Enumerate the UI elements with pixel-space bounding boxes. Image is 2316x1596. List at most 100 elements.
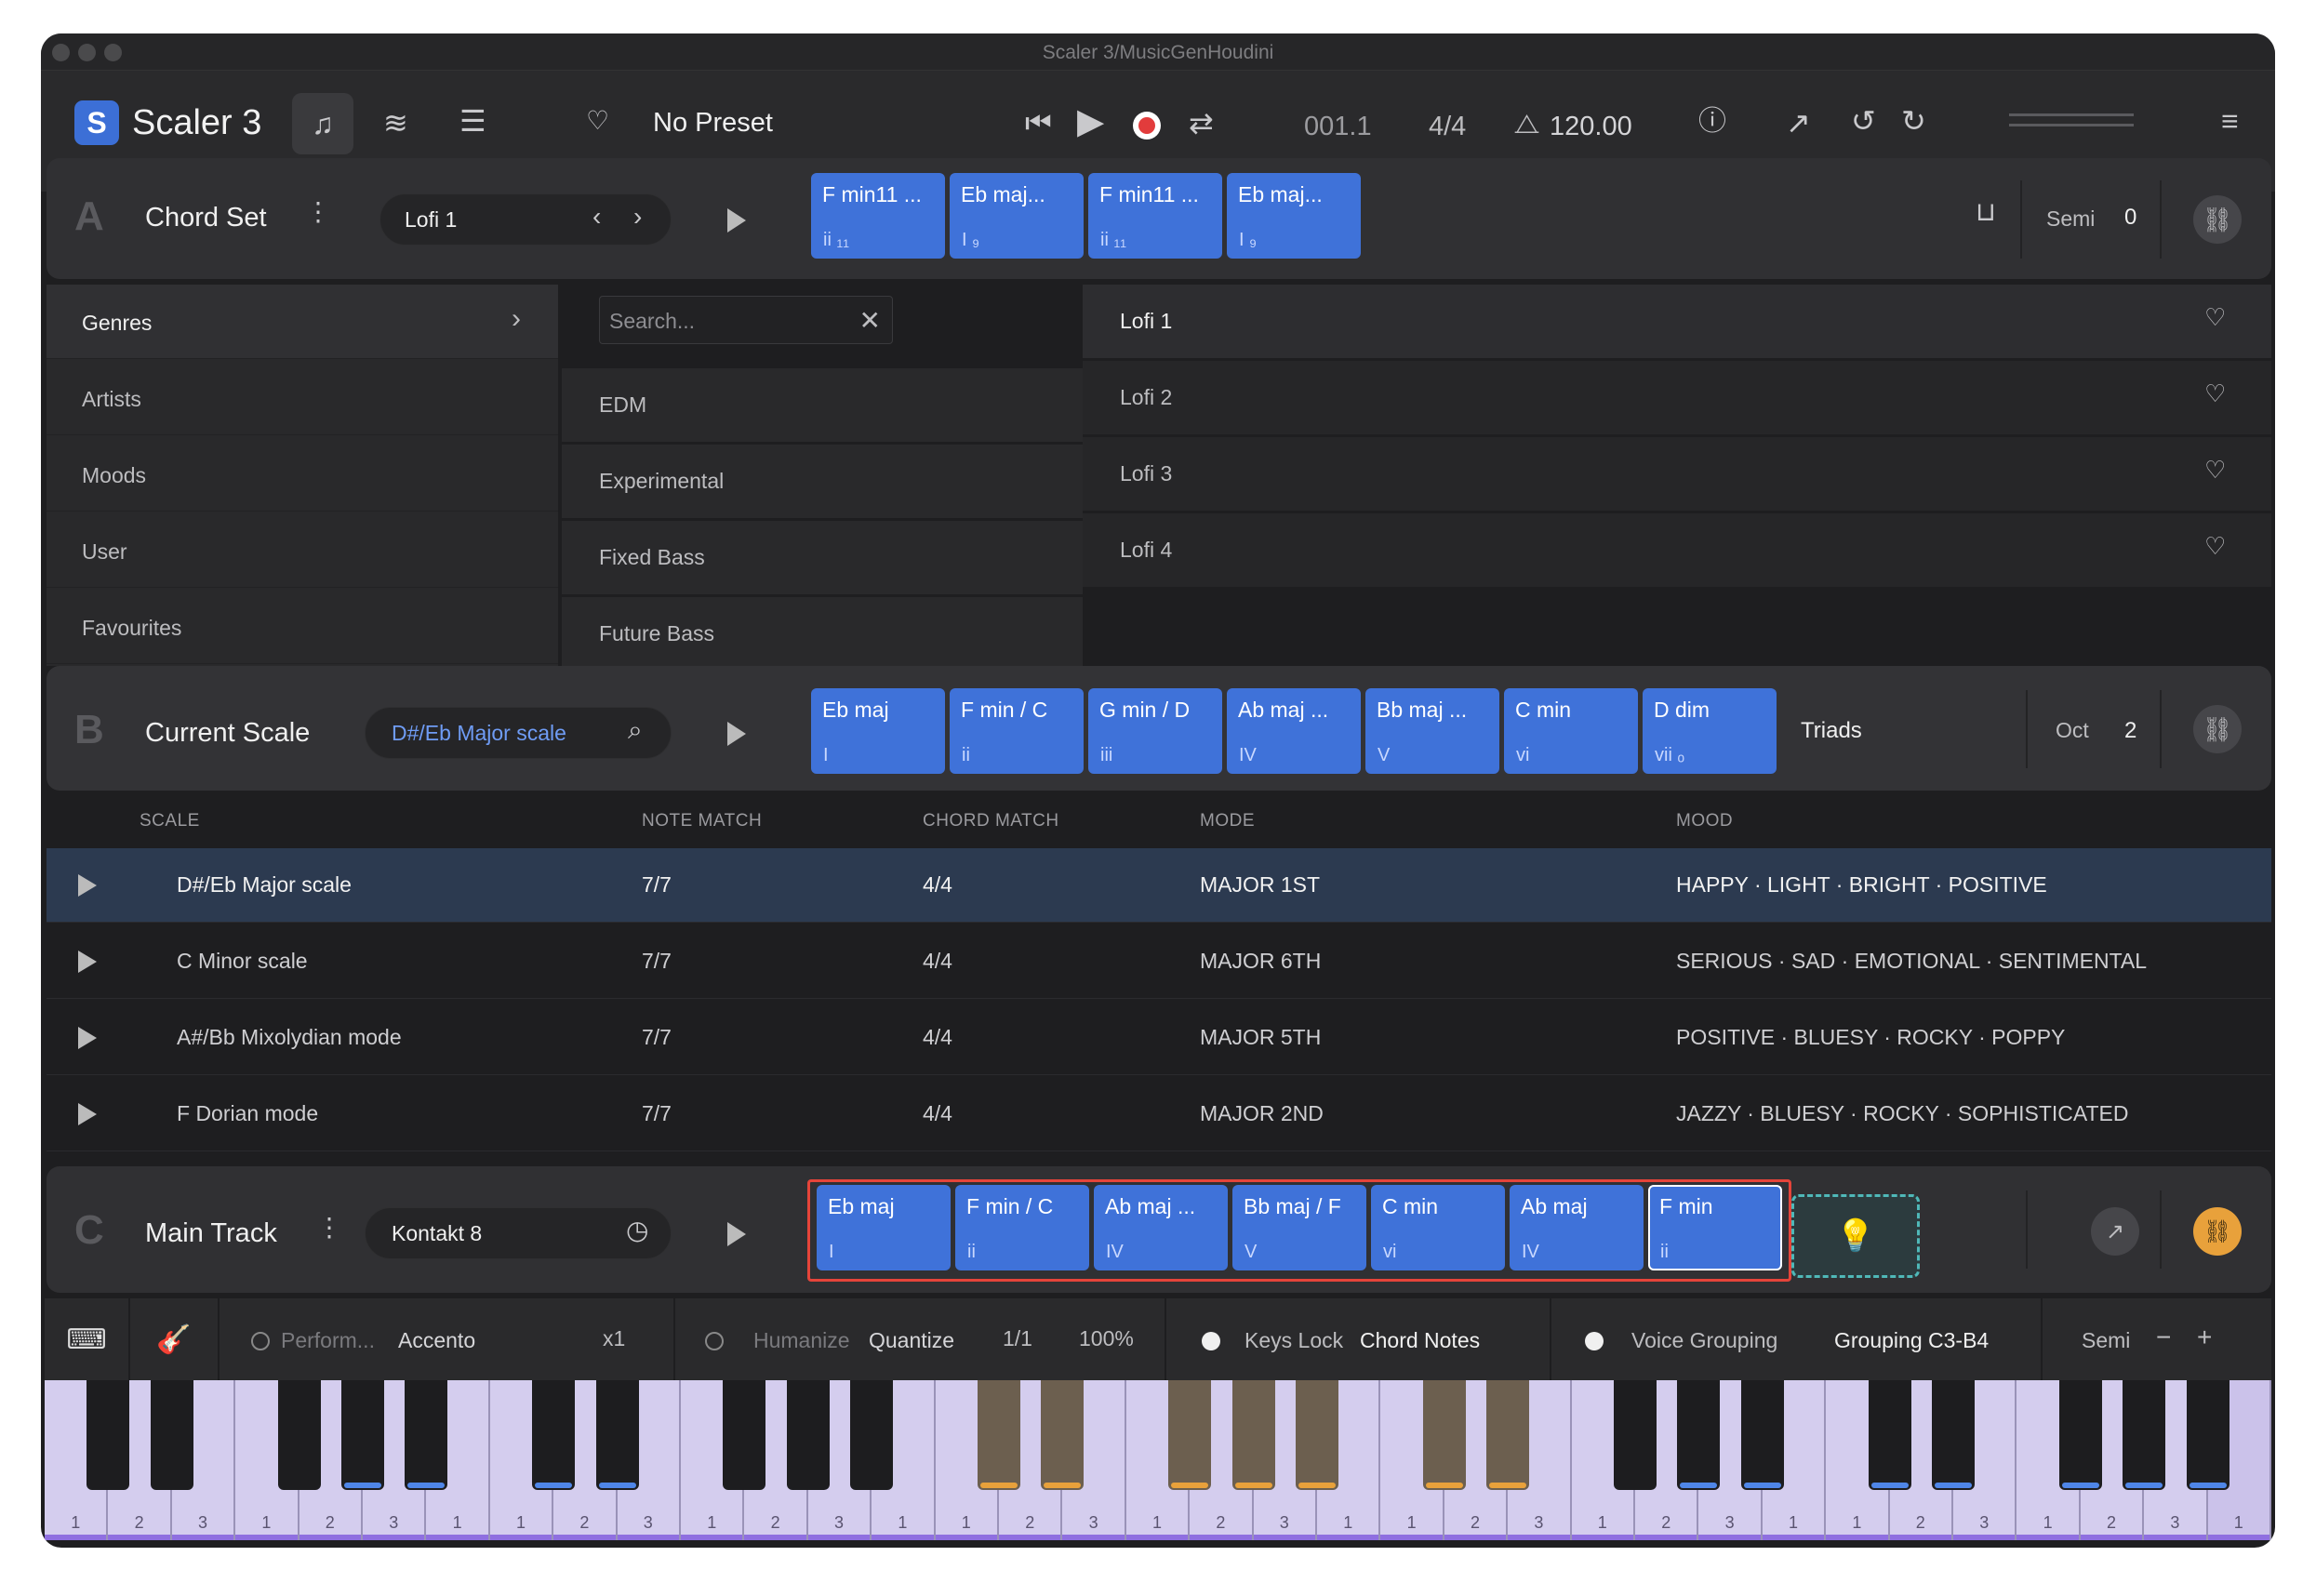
perform-toggle[interactable]: [251, 1332, 270, 1350]
col-note-match[interactable]: NOTE MATCH: [642, 811, 762, 831]
accento-label[interactable]: Accento: [398, 1328, 475, 1353]
more-options-icon[interactable]: ⋮: [305, 199, 331, 225]
preset-name[interactable]: No Preset: [653, 108, 773, 139]
chord-pad[interactable]: Ab maj ... IV: [1094, 1185, 1228, 1270]
favourite-heart-icon[interactable]: ♡: [2204, 379, 2226, 408]
oct-value[interactable]: 2: [2124, 718, 2136, 744]
record-button[interactable]: [1133, 112, 1161, 140]
skip-back-icon[interactable]: ⏮: [1025, 108, 1052, 138]
category-item[interactable]: Favourites: [47, 590, 558, 664]
guitar-icon[interactable]: 🎸: [130, 1298, 220, 1380]
chord-pad[interactable]: F min / C ii: [955, 1185, 1089, 1270]
loop-icon[interactable]: ⇄: [1189, 108, 1214, 138]
semi-decrease-button[interactable]: −: [2156, 1323, 2171, 1352]
piano-black-key[interactable]: [2058, 1380, 2102, 1490]
piano-black-key[interactable]: [150, 1380, 193, 1490]
chord-pad[interactable]: C min vi: [1504, 688, 1638, 774]
more-options-icon[interactable]: ⋮: [316, 1215, 342, 1241]
genre-item[interactable]: Fixed Bass: [562, 521, 1083, 595]
piano-black-key[interactable]: [277, 1380, 321, 1490]
piano-black-key[interactable]: [850, 1380, 894, 1490]
tempo-display[interactable]: 120.00: [1550, 112, 1632, 142]
preset-item[interactable]: Lofi 3 ♡: [1083, 437, 2271, 512]
keyboard-icon[interactable]: ⌨: [45, 1298, 130, 1380]
scale-row[interactable]: C Minor scale 7/7 4/4 MAJOR 6TH SERIOUS · SA…: [47, 924, 2271, 999]
search-icon[interactable]: ⌕: [628, 717, 643, 743]
piano-black-key[interactable]: [1868, 1380, 1911, 1490]
piano-black-key[interactable]: [1932, 1380, 1975, 1490]
link-icon[interactable]: ⛓: [2193, 705, 2242, 753]
favourite-heart-icon[interactable]: ♡: [2204, 303, 2226, 332]
category-item[interactable]: User: [47, 513, 558, 588]
tab-music[interactable]: ♫: [292, 93, 353, 154]
metronome-icon[interactable]: ⧍: [1514, 110, 1539, 140]
play-scale-button[interactable]: [78, 1027, 97, 1049]
scale-selector[interactable]: D#/Eb Major scale ⌕: [365, 707, 672, 759]
play-section-c-button[interactable]: [727, 1222, 746, 1246]
chord-pad[interactable]: Bb maj ... V: [1365, 688, 1499, 774]
quantize-percent[interactable]: 100%: [1079, 1326, 1134, 1351]
chord-set-selector[interactable]: Lofi 1 ‹ ›: [379, 193, 672, 246]
piano-black-key[interactable]: [1614, 1380, 1657, 1490]
chord-pad[interactable]: C min vi: [1371, 1185, 1505, 1270]
clear-search-icon[interactable]: ✕: [859, 305, 881, 336]
link-icon[interactable]: ⛓: [2193, 195, 2242, 244]
piano-black-key[interactable]: [1677, 1380, 1721, 1490]
time-signature[interactable]: 4/4: [1429, 112, 1466, 142]
piano-black-key[interactable]: [2123, 1380, 2166, 1490]
suggestion-bulb-icon[interactable]: 💡: [1791, 1194, 1920, 1278]
chord-pad[interactable]: F min11 ... ii ₁₁: [1088, 173, 1222, 259]
preset-item[interactable]: Lofi 4 ♡: [1083, 513, 2271, 588]
play-scale-button[interactable]: [78, 1103, 97, 1125]
piano-black-key[interactable]: [532, 1380, 576, 1490]
undo-icon[interactable]: ↺: [1851, 106, 1876, 136]
piano-black-key[interactable]: [978, 1380, 1020, 1490]
piano-black-key[interactable]: [2186, 1380, 2229, 1490]
quantize-label[interactable]: Quantize: [869, 1328, 954, 1353]
category-item[interactable]: Genres ›: [47, 285, 558, 359]
unlock-icon[interactable]: ⊔: [1976, 199, 1996, 225]
link-icon[interactable]: ⛓: [2193, 1207, 2242, 1256]
chevron-right-icon[interactable]: ›: [633, 204, 642, 230]
export-arrow-icon[interactable]: ↗: [2091, 1207, 2139, 1256]
preset-item[interactable]: Lofi 1 ♡: [1083, 285, 2271, 359]
chord-pad[interactable]: Ab maj ... IV: [1227, 688, 1361, 774]
play-icon[interactable]: ▶: [1077, 104, 1104, 140]
play-scale-button[interactable]: [78, 874, 97, 897]
chord-pad[interactable]: Ab maj IV: [1510, 1185, 1644, 1270]
piano-black-key[interactable]: [1231, 1380, 1275, 1490]
alert-icon[interactable]: ⓘ: [1698, 108, 1726, 136]
piano-black-key[interactable]: [786, 1380, 830, 1490]
layers-icon[interactable]: ≋: [383, 108, 408, 138]
list-menu-icon[interactable]: ☰: [459, 106, 486, 136]
piano-keyboard[interactable]: 1 2 3 1 2 3 1 1 2 3 1 2 3 1 1 2 3 1 2 3 1 1 2 3 1 2 3 1 1 2 3 1 2 3 1: [45, 1380, 2271, 1540]
chord-pad[interactable]: D dim vii ₒ: [1643, 688, 1777, 774]
grouping-range[interactable]: Grouping C3-B4: [1834, 1328, 1989, 1353]
genre-item[interactable]: Experimental: [562, 445, 1083, 519]
redo-icon[interactable]: ↻: [1901, 106, 1926, 136]
position-display[interactable]: 001.1: [1304, 112, 1372, 142]
voice-grouping-toggle[interactable]: [1585, 1332, 1604, 1350]
chord-pad[interactable]: Eb maj I: [817, 1185, 951, 1270]
scale-row[interactable]: D#/Eb Major scale 7/7 4/4 MAJOR 1ST HAPPY · …: [47, 848, 2271, 923]
piano-black-key[interactable]: [595, 1380, 639, 1490]
play-section-b-button[interactable]: [727, 722, 746, 746]
quantize-division[interactable]: 1/1: [1003, 1326, 1032, 1351]
col-mode[interactable]: MODE: [1200, 811, 1255, 831]
col-scale[interactable]: SCALE: [140, 811, 200, 831]
chord-notes-label[interactable]: Chord Notes: [1360, 1328, 1480, 1353]
chord-pad[interactable]: Eb maj... I ₉: [1227, 173, 1361, 259]
timer-icon[interactable]: ◷: [626, 1217, 648, 1244]
heart-icon[interactable]: ♡: [586, 108, 609, 134]
piano-black-key[interactable]: [405, 1380, 448, 1490]
chord-pad[interactable]: F min ii: [1648, 1185, 1782, 1270]
favourite-heart-icon[interactable]: ♡: [2204, 532, 2226, 561]
hamburger-menu-icon[interactable]: ≡: [2221, 106, 2239, 136]
favourite-heart-icon[interactable]: ♡: [2204, 456, 2226, 485]
keys-lock-toggle[interactable]: [1202, 1332, 1220, 1350]
chord-pad[interactable]: Eb maj... I ₉: [950, 173, 1084, 259]
search-box[interactable]: Search... ✕: [599, 296, 893, 344]
semi-increase-button[interactable]: +: [2197, 1323, 2212, 1352]
search-input[interactable]: Search...: [609, 309, 695, 334]
genre-item[interactable]: Future Bass: [562, 597, 1083, 672]
